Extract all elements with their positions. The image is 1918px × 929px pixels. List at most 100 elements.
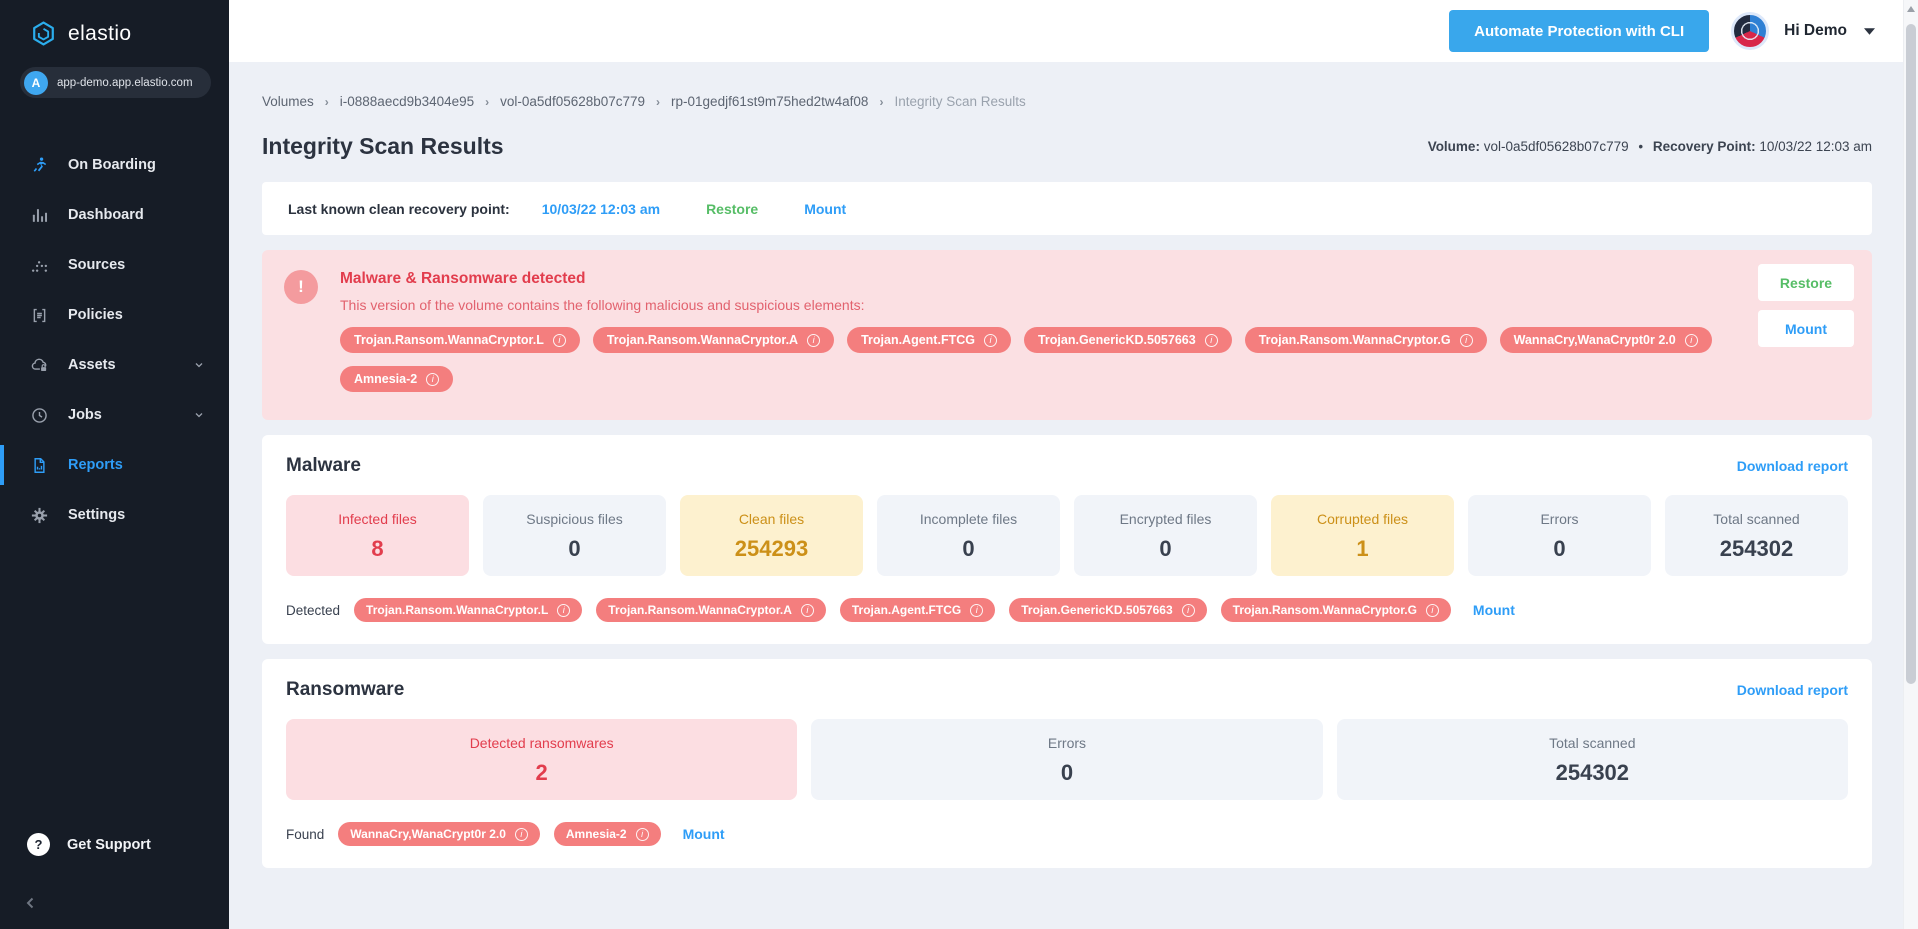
threat-name: Trojan.Ransom.WannaCryptor.G	[1259, 333, 1451, 347]
stat-value: 0	[821, 760, 1312, 786]
threat-name: Trojan.GenericKD.5057663	[1021, 603, 1172, 617]
sidebar-item-sources[interactable]: Sources	[0, 240, 229, 290]
breadcrumb-recovery-point[interactable]: rp-01gedjf61st9m75hed2tw4af08	[671, 94, 868, 109]
elastio-logo: elastio	[0, 0, 229, 47]
alert-restore-button[interactable]: Restore	[1758, 264, 1854, 301]
sidebar-nav: On Boarding Dashboard Sources Policies A…	[0, 140, 229, 540]
info-icon[interactable]: i	[1205, 334, 1218, 347]
sidebar-item-reports[interactable]: Reports	[0, 440, 229, 490]
get-support[interactable]: ? Get Support	[27, 833, 151, 856]
stat-total-scanned: Total scanned 254302	[1337, 719, 1848, 800]
sidebar-item-label: Policies	[68, 307, 123, 323]
chevron-left-icon	[22, 894, 40, 912]
breadcrumb-instance[interactable]: i-0888aecd9b3404e95	[340, 94, 474, 109]
stat-value: 254293	[690, 536, 853, 562]
info-icon[interactable]: i	[1426, 604, 1439, 617]
sidebar-item-assets[interactable]: Assets	[0, 340, 229, 390]
stat-suspicious-files: Suspicious files 0	[483, 495, 666, 576]
main-content: Volumes › i-0888aecd9b3404e95 › vol-0a5d…	[262, 62, 1872, 868]
scrollbar-up-arrow[interactable]	[1907, 6, 1915, 12]
sidebar-collapse-button[interactable]	[22, 894, 40, 912]
vertical-scrollbar[interactable]	[1903, 0, 1918, 929]
alert-mount-button[interactable]: Mount	[1758, 310, 1854, 347]
info-icon[interactable]: i	[636, 828, 649, 841]
sidebar-item-policies[interactable]: Policies	[0, 290, 229, 340]
ransomware-download-report-link[interactable]: Download report	[1737, 682, 1848, 698]
breadcrumb-volumes[interactable]: Volumes	[262, 94, 314, 109]
info-icon[interactable]: i	[426, 373, 439, 386]
topbar: Automate Protection with CLI Hi Demo	[229, 0, 1903, 62]
recovery-point-value: 10/03/22 12:03 am	[1759, 139, 1872, 154]
threat-badge[interactable]: Amnesia-2i	[554, 822, 661, 846]
sidebar-item-onboarding[interactable]: On Boarding	[0, 140, 229, 190]
stat-value: 8	[296, 536, 459, 562]
stat-errors: Errors 0	[1468, 495, 1651, 576]
stat-label: Infected files	[296, 511, 459, 527]
info-icon[interactable]: i	[1685, 334, 1698, 347]
info-icon[interactable]: i	[970, 604, 983, 617]
last-clean-recovery-bar: Last known clean recovery point: 10/03/2…	[262, 182, 1872, 235]
info-icon[interactable]: i	[1460, 334, 1473, 347]
ransomware-section-header: Ransomware Download report	[286, 679, 1848, 701]
list-icon	[30, 306, 49, 325]
threat-badge[interactable]: Trojan.Ransom.WannaCryptor.Gi	[1221, 598, 1451, 622]
sidebar-item-jobs[interactable]: Jobs	[0, 390, 229, 440]
volume-label: Volume:	[1428, 139, 1480, 154]
threat-badge[interactable]: Amnesia-2 i	[340, 366, 453, 392]
mount-link[interactable]: Mount	[804, 201, 846, 217]
scrollbar-thumb[interactable]	[1906, 24, 1916, 684]
threat-badge[interactable]: Trojan.Agent.FTCGi	[847, 327, 1011, 353]
info-icon[interactable]: i	[807, 334, 820, 347]
info-icon[interactable]: i	[515, 828, 528, 841]
info-icon[interactable]: i	[801, 604, 814, 617]
user-menu-caret-icon[interactable]	[1864, 28, 1875, 35]
malware-mount-link[interactable]: Mount	[1473, 602, 1515, 618]
restore-link[interactable]: Restore	[706, 201, 758, 217]
threat-badge[interactable]: Trojan.GenericKD.5057663 i	[1009, 598, 1206, 622]
stat-label: Clean files	[690, 511, 853, 527]
threat-badge[interactable]: WannaCry,WanaCrypt0r 2.0i	[338, 822, 540, 846]
info-icon[interactable]: i	[553, 334, 566, 347]
threat-name: Amnesia-2	[354, 372, 417, 386]
stat-label: Incomplete files	[887, 511, 1050, 527]
threat-badge[interactable]: Trojan.Agent.FTCGi	[840, 598, 995, 622]
sidebar-item-settings[interactable]: Settings	[0, 490, 229, 540]
environment-selector[interactable]: A app-demo.app.elastio.com	[20, 67, 211, 98]
malware-section-header: Malware Download report	[286, 455, 1848, 477]
threat-badge[interactable]: Trojan.Ransom.WannaCryptor.G i	[1245, 327, 1487, 353]
detected-label: Detected	[286, 603, 340, 618]
recovery-date-link[interactable]: 10/03/22 12:03 am	[542, 201, 660, 217]
volume-info: Volume: vol-0a5df05628b07c779 • Recovery…	[1428, 139, 1872, 154]
sidebar-item-label: On Boarding	[68, 157, 156, 173]
ransomware-mount-link[interactable]: Mount	[683, 826, 725, 842]
malware-stats-row: Infected files 8 Suspicious files 0 Clea…	[286, 495, 1848, 576]
threat-badge[interactable]: Trojan.Ransom.WannaCryptor.L i	[354, 598, 582, 622]
breadcrumb-volume[interactable]: vol-0a5df05628b07c779	[500, 94, 645, 109]
info-icon[interactable]: i	[557, 604, 570, 617]
logo-text: elastio	[68, 22, 132, 46]
info-icon[interactable]: i	[984, 334, 997, 347]
threat-name: Trojan.Ransom.WannaCryptor.L	[366, 603, 548, 617]
user-greeting[interactable]: Hi Demo	[1784, 22, 1847, 40]
page-title: Integrity Scan Results	[262, 133, 504, 160]
threat-name: Trojan.Ransom.WannaCryptor.A	[608, 603, 792, 617]
get-support-label: Get Support	[67, 837, 151, 853]
stat-clean-files: Clean files 254293	[680, 495, 863, 576]
malware-download-report-link[interactable]: Download report	[1737, 458, 1848, 474]
breadcrumb-separator: ›	[879, 95, 883, 109]
sidebar-item-dashboard[interactable]: Dashboard	[0, 190, 229, 240]
threat-badge[interactable]: Trojan.Ransom.WannaCryptor.A i	[596, 598, 826, 622]
alert-threat-list: Trojan.Ransom.WannaCryptor.L i Trojan.Ran…	[340, 327, 1712, 392]
stat-value: 1	[1281, 536, 1444, 562]
clock-icon	[30, 406, 49, 425]
question-icon: ?	[27, 833, 50, 856]
threat-name: Trojan.Ransom.WannaCryptor.L	[354, 333, 544, 347]
info-icon[interactable]: i	[1182, 604, 1195, 617]
threat-badge[interactable]: Trojan.Ransom.WannaCryptor.L i	[340, 327, 580, 353]
threat-badge[interactable]: WannaCry,WanaCrypt0r 2.0i	[1500, 327, 1712, 353]
threat-badge[interactable]: Trojan.GenericKD.5057663i	[1024, 327, 1232, 353]
threat-badge[interactable]: Trojan.Ransom.WannaCryptor.Ai	[593, 327, 834, 353]
automate-protection-cli-button[interactable]: Automate Protection with CLI	[1449, 10, 1709, 52]
user-avatar[interactable]	[1731, 12, 1769, 50]
breadcrumb-separator: ›	[656, 95, 660, 109]
